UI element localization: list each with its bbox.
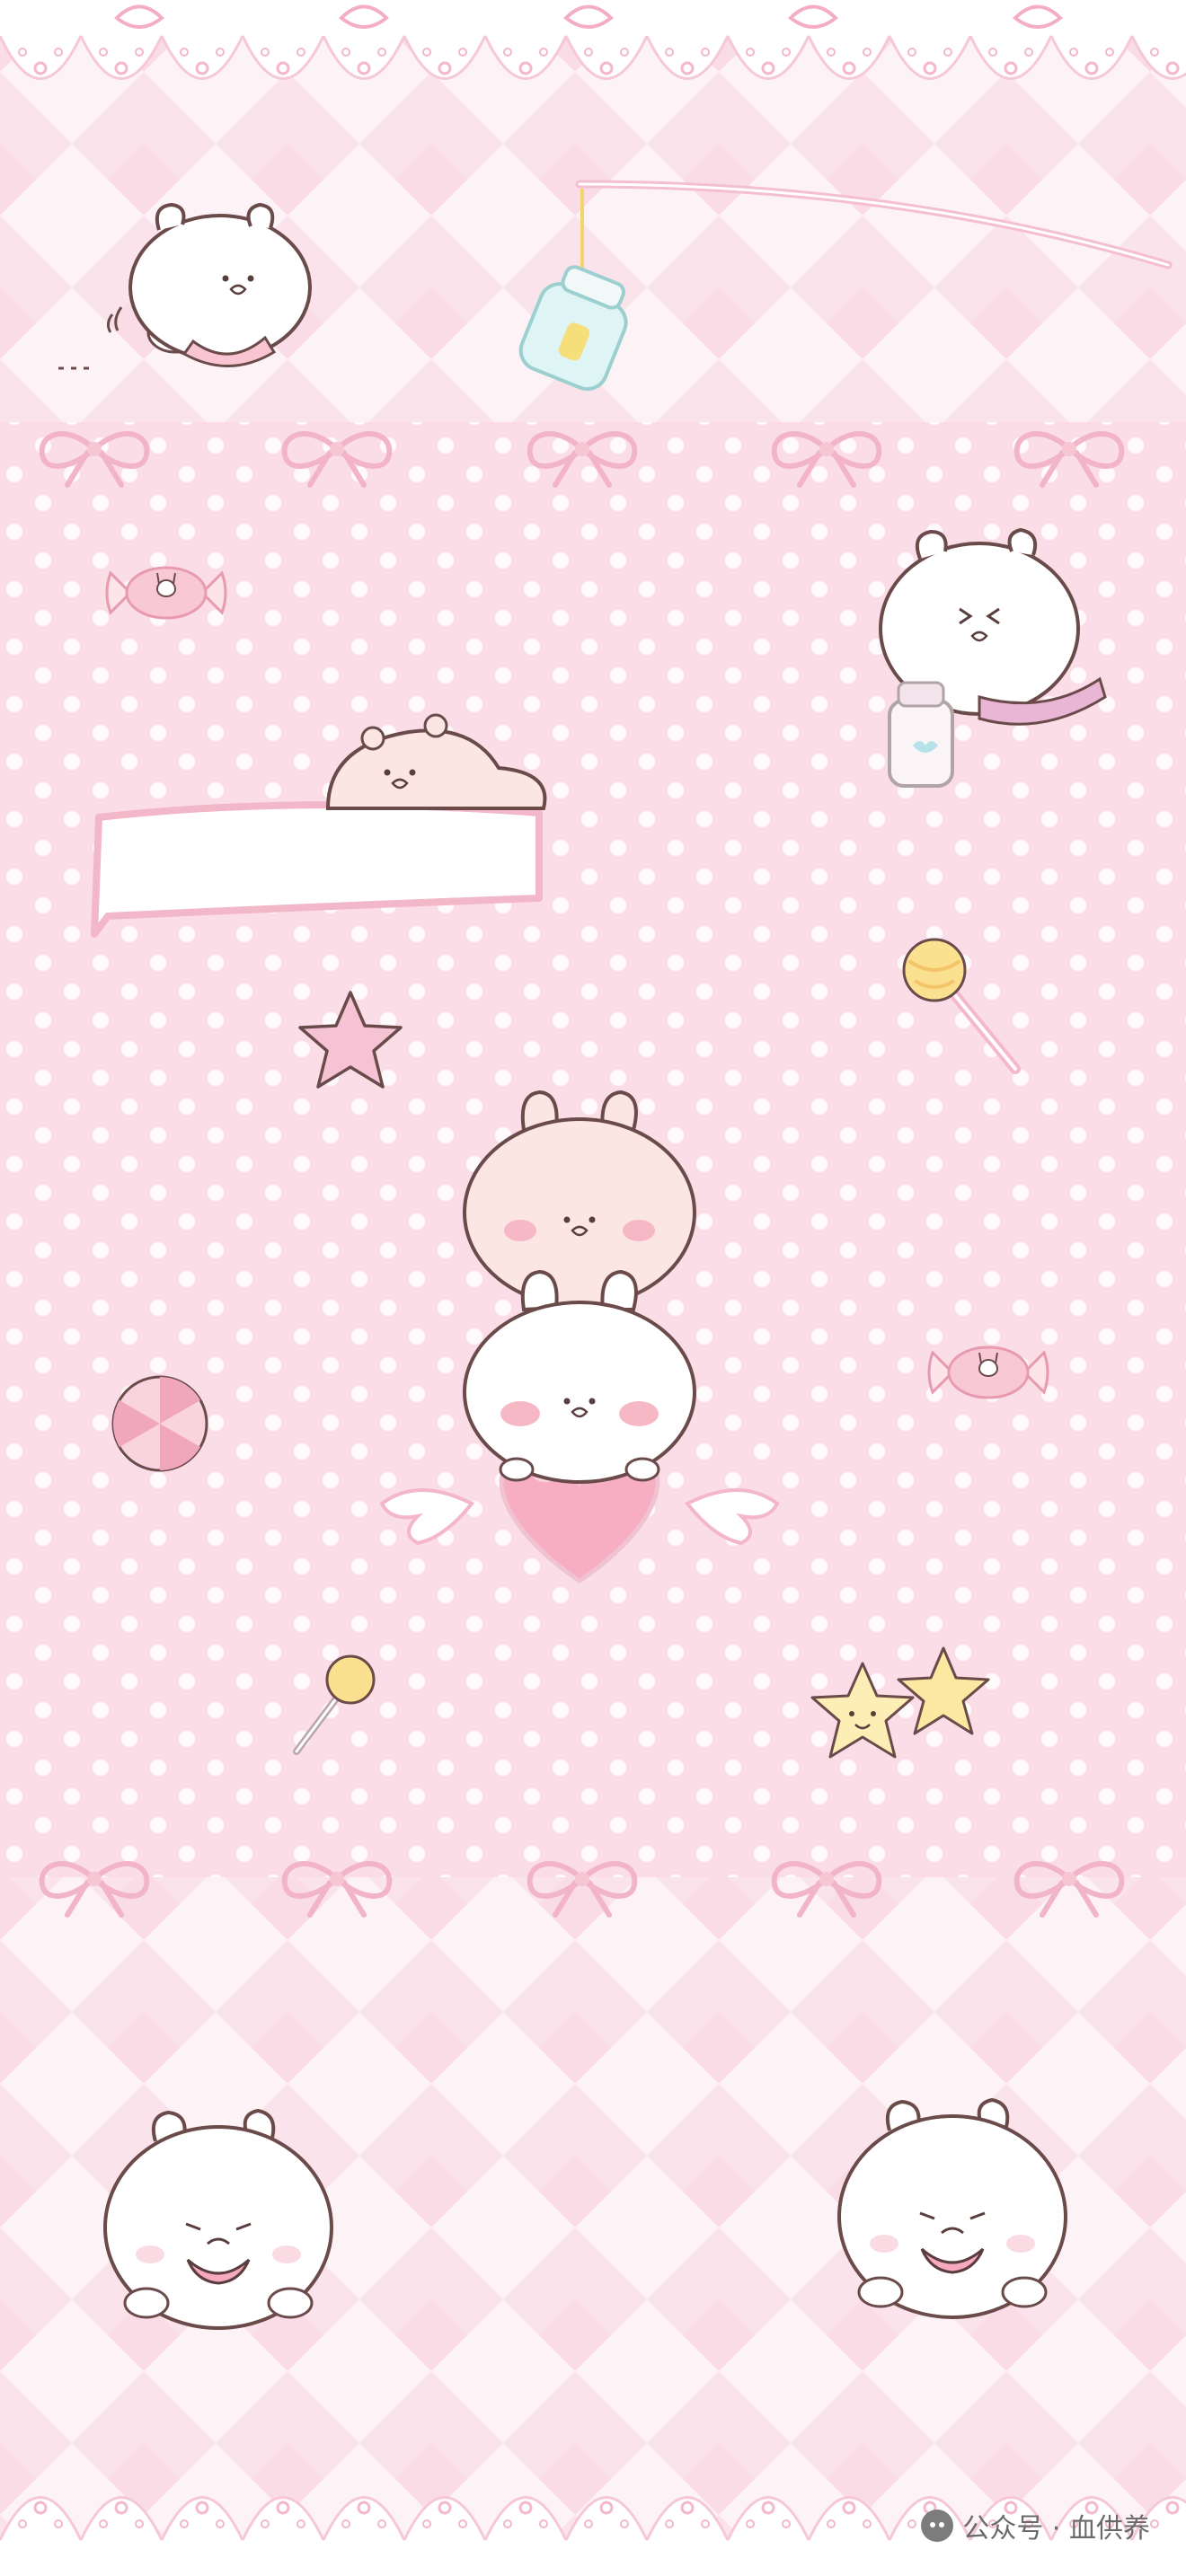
watermark-text: 公众号 · 血供养 xyxy=(962,2513,1150,2545)
peppermint-icon xyxy=(111,1375,208,1472)
watermark: 公众号 · 血供养 xyxy=(912,2506,1159,2545)
wallpaper-illustration xyxy=(0,0,1186,2576)
wechat-icon xyxy=(921,2510,954,2542)
